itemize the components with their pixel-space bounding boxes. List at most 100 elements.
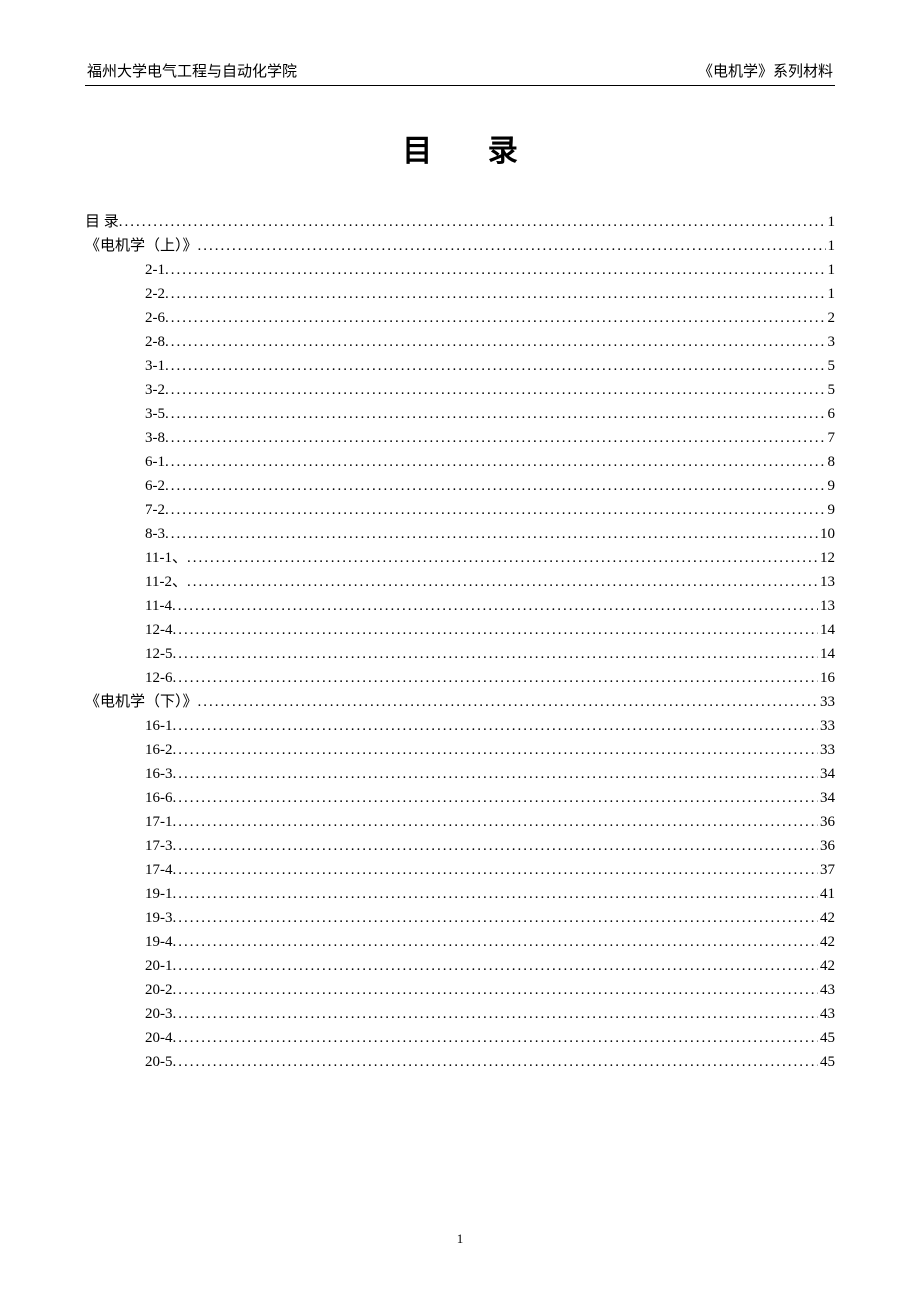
toc-leader-dots — [173, 906, 819, 930]
toc-entry-label: 19-1 — [145, 882, 173, 906]
toc-entry-label: 2-2 — [145, 282, 165, 306]
toc-leader-dots — [165, 378, 826, 402]
toc-entry-page: 36 — [818, 834, 835, 858]
toc-entry-page: 37 — [818, 858, 835, 882]
toc-entry-page: 13 — [818, 594, 835, 618]
page-title: 目 录 — [109, 126, 835, 170]
toc-entry-label: 2-1 — [145, 258, 165, 282]
toc-entry-page: 43 — [818, 978, 835, 1002]
toc-leader-dots — [165, 306, 826, 330]
toc-leader-dots — [173, 1026, 819, 1050]
toc-entry-page: 16 — [818, 666, 835, 690]
toc-entry: 7-29 — [85, 498, 835, 522]
toc-entry-label: 《电机学（下）》 — [85, 690, 198, 714]
toc-leader-dots — [198, 234, 826, 258]
toc-entry-page: 12 — [818, 546, 835, 570]
toc-leader-dots — [172, 594, 818, 618]
toc-leader-dots — [173, 762, 819, 786]
toc-entry-page: 33 — [818, 714, 835, 738]
toc-leader-dots — [173, 786, 819, 810]
page-footer: 1 — [0, 1231, 920, 1247]
toc-entry: 《电机学（下）》 33 — [85, 690, 835, 714]
toc-leader-dots — [173, 1050, 819, 1074]
toc-entry-page: 42 — [818, 906, 835, 930]
toc-entry-page: 5 — [826, 354, 836, 378]
toc-leader-dots — [173, 738, 819, 762]
toc-leader-dots — [165, 426, 826, 450]
toc-entry: 20-5 45 — [85, 1050, 835, 1074]
toc-entry-page: 33 — [818, 690, 835, 714]
toc-entry-label: 19-4 — [145, 930, 173, 954]
toc-entry-label: 17-4 — [145, 858, 173, 882]
toc-entry: 11-2、 13 — [85, 570, 835, 594]
toc-entry: 19-141 — [85, 882, 835, 906]
toc-leader-dots — [165, 354, 826, 378]
toc-entry: 3-56 — [85, 402, 835, 426]
toc-entry-page: 1 — [826, 258, 836, 282]
toc-entry-label: 3-5 — [145, 402, 165, 426]
toc-entry-label: 目 录 — [85, 210, 119, 234]
toc-entry: 17-336 — [85, 834, 835, 858]
toc-leader-dots — [165, 522, 818, 546]
toc-entry-label: 3-1 — [145, 354, 165, 378]
toc-leader-dots — [173, 714, 819, 738]
toc-entry: 11-413 — [85, 594, 835, 618]
toc-leader-dots — [165, 498, 826, 522]
toc-leader-dots — [119, 210, 826, 234]
toc-leader-dots — [173, 810, 819, 834]
toc-entry: 16-334 — [85, 762, 835, 786]
toc-entry: 20-142 — [85, 954, 835, 978]
toc-entry-page: 13 — [818, 570, 835, 594]
toc-entry-label: 11-2、 — [145, 570, 187, 594]
toc-entry: 16-233 — [85, 738, 835, 762]
toc-entry-page: 45 — [818, 1050, 835, 1074]
toc-leader-dots — [173, 666, 819, 690]
table-of-contents: 目 录1《电机学（上）》12-112-212-622-833-153-253-5… — [85, 210, 835, 1074]
toc-entry-label: 16-2 — [145, 738, 173, 762]
toc-leader-dots — [173, 858, 819, 882]
toc-entry-page: 34 — [818, 762, 835, 786]
toc-entry-page: 14 — [818, 642, 835, 666]
toc-entry: 12-414 — [85, 618, 835, 642]
toc-entry: 19-3 42 — [85, 906, 835, 930]
toc-entry-label: 16-6 — [145, 786, 173, 810]
toc-entry-page: 14 — [818, 618, 835, 642]
toc-entry: 20-243 — [85, 978, 835, 1002]
toc-leader-dots — [198, 690, 818, 714]
toc-entry: 8-310 — [85, 522, 835, 546]
toc-leader-dots — [187, 546, 818, 570]
toc-leader-dots — [173, 1002, 819, 1026]
toc-entry-label: 20-5 — [145, 1050, 173, 1074]
toc-entry: 目 录1 — [85, 210, 835, 234]
toc-entry-page: 45 — [818, 1026, 835, 1050]
toc-entry: 2-2 1 — [85, 282, 835, 306]
toc-entry: 6-29 — [85, 474, 835, 498]
toc-entry-page: 3 — [826, 330, 836, 354]
toc-entry-label: 2-8 — [145, 330, 165, 354]
toc-entry: 16-6 34 — [85, 786, 835, 810]
toc-leader-dots — [173, 954, 819, 978]
toc-entry: 2-8 3 — [85, 330, 835, 354]
toc-entry-page: 2 — [826, 306, 836, 330]
toc-leader-dots — [173, 978, 819, 1002]
toc-entry-label: 3-8 — [145, 426, 165, 450]
toc-leader-dots — [165, 258, 826, 282]
header-left: 福州大学电气工程与自动化学院 — [87, 60, 297, 81]
page-number: 1 — [457, 1231, 464, 1246]
toc-entry-label: 20-4 — [145, 1026, 173, 1050]
toc-entry-label: 3-2 — [145, 378, 165, 402]
toc-leader-dots — [187, 570, 818, 594]
toc-entry-label: 6-1 — [145, 450, 165, 474]
toc-entry: 17-4 37 — [85, 858, 835, 882]
toc-entry-label: 6-2 — [145, 474, 165, 498]
toc-entry-label: 19-3 — [145, 906, 173, 930]
toc-entry-label: 8-3 — [145, 522, 165, 546]
toc-entry-label: 《电机学（上）》 — [85, 234, 198, 258]
toc-entry: 12-616 — [85, 666, 835, 690]
toc-entry-page: 1 — [826, 282, 836, 306]
toc-leader-dots — [173, 930, 819, 954]
toc-entry-page: 42 — [818, 930, 835, 954]
toc-leader-dots — [165, 330, 826, 354]
toc-entry-page: 34 — [818, 786, 835, 810]
toc-entry-page: 42 — [818, 954, 835, 978]
